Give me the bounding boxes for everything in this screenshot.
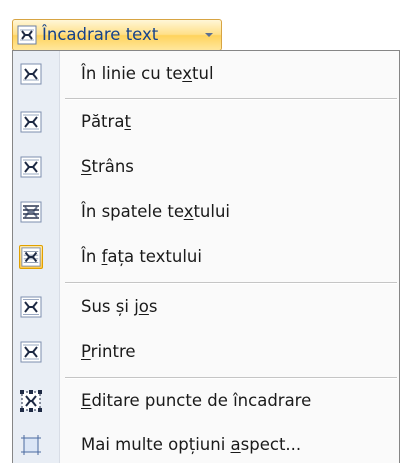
edit-wrap-points-icon [19,389,43,413]
wrap-in-front-icon [19,245,43,269]
menu-item-label: Sus și jos [81,297,158,316]
wrap-behind-text-icon [19,200,43,224]
wrap-text-button[interactable]: Încadrare text [12,19,222,51]
menu-item-label: Pătrat [81,112,131,131]
menu-item-inline-with-text[interactable]: În linie cu textul [13,57,399,91]
menu-item-edit-wrap-points[interactable]: Editare puncte de încadrare [13,384,399,418]
menu-item-in-front-of-text[interactable]: În fața textului [13,240,399,274]
menu-item-top-and-bottom[interactable]: Sus și jos [13,290,399,324]
wrap-text-icon [17,25,37,45]
wrap-tight-icon [19,155,43,179]
menu-item-label: Strâns [81,157,134,176]
menu-item-label: În linie cu textul [81,64,214,83]
wrap-text-label: Încadrare text [42,25,159,44]
top-strip [0,0,407,12]
menu-item-label: În spatele textului [81,202,231,221]
menu-item-more-layout-options[interactable]: Mai multe opțiuni aspect... [13,428,399,462]
wrap-inline-icon [19,62,43,86]
menu-item-square[interactable]: Pătrat [13,105,399,139]
menu-separator [65,282,397,284]
wrap-text-menu: În linie cu textul Pătrat Strâns În spat… [12,50,400,463]
more-layout-options-icon [19,433,43,457]
menu-item-behind-text[interactable]: În spatele textului [13,195,399,229]
menu-item-label: Editare puncte de încadrare [81,391,312,410]
menu-item-label: În fața textului [81,247,202,266]
wrap-square-icon [19,110,43,134]
chevron-down-icon[interactable] [205,33,213,37]
menu-item-label: Mai multe opțiuni aspect... [81,435,302,454]
menu-separator [65,377,397,379]
menu-item-label: Printre [81,342,136,361]
menu-item-through[interactable]: Printre [13,335,399,369]
menu-separator [65,98,397,100]
wrap-through-icon [19,340,43,364]
menu-item-tight[interactable]: Strâns [13,150,399,184]
wrap-top-bottom-icon [19,295,43,319]
